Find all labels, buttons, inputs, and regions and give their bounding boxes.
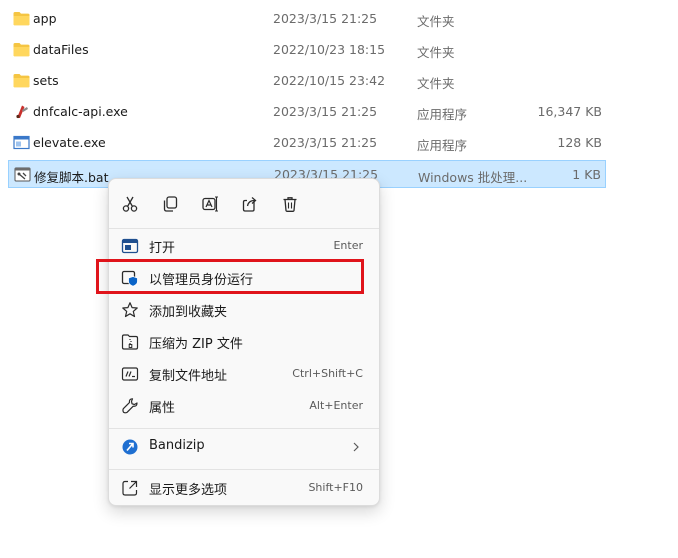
file-type: Windows 批处理... — [418, 170, 528, 185]
rename-icon — [202, 196, 218, 212]
file-date: 2023/3/15 21:25 — [273, 11, 378, 26]
folder-icon — [13, 74, 30, 88]
file-type: 应用程序 — [417, 107, 468, 122]
file-name: dataFiles — [33, 42, 89, 57]
folder-icon — [13, 12, 30, 26]
file-type: 应用程序 — [417, 138, 468, 153]
wrench-icon — [122, 398, 138, 414]
zip-icon — [121, 334, 139, 350]
file-name: app — [33, 11, 57, 26]
menu-separator — [109, 469, 379, 470]
rename-button[interactable] — [196, 191, 224, 217]
delete-icon — [283, 197, 297, 212]
menu-item-shortcut: Shift+F10 — [308, 481, 363, 494]
copy-button[interactable] — [156, 191, 184, 217]
menu-item-copy-path[interactable]: 复制文件地址 Ctrl+Shift+C — [113, 359, 375, 389]
app-exe-icon — [16, 105, 28, 119]
menu-item-label: 打开 — [149, 241, 176, 256]
menu-item-label: Bandizip — [149, 438, 205, 453]
file-explorer-view: app 2023/3/15 21:25 文件夹 dataFiles 2022/1… — [0, 0, 678, 558]
path-icon — [121, 367, 139, 381]
context-menu: 打开 Enter 以管理员身份运行 添加到收藏夹 压缩为 ZIP 文件 复制文件… — [108, 178, 380, 506]
chevron-right-icon — [353, 442, 359, 452]
file-size: 128 KB — [557, 135, 602, 150]
menu-item-compress-zip[interactable]: 压缩为 ZIP 文件 — [113, 327, 375, 357]
menu-item-label: 显示更多选项 — [149, 483, 228, 498]
file-type: 文件夹 — [417, 14, 455, 29]
file-row-elevate[interactable]: elevate.exe 2023/3/15 21:25 应用程序 128 KB — [8, 129, 606, 157]
file-date: 2023/3/15 21:25 — [273, 135, 378, 150]
menu-item-shortcut: Alt+Enter — [309, 399, 363, 412]
menu-item-label: 复制文件地址 — [149, 369, 228, 384]
menu-item-add-favorites[interactable]: 添加到收藏夹 — [113, 295, 375, 325]
share-icon — [242, 197, 257, 212]
batch-file-icon — [14, 167, 31, 182]
menu-item-label: 压缩为 ZIP 文件 — [149, 337, 243, 352]
file-name: elevate.exe — [33, 135, 106, 150]
cut-icon — [122, 196, 138, 212]
file-row-sets[interactable]: sets 2022/10/15 23:42 文件夹 — [8, 67, 606, 95]
file-name: 修复脚本.bat — [34, 170, 109, 185]
share-button[interactable] — [236, 191, 264, 217]
menu-item-bandizip[interactable]: Bandizip — [113, 432, 375, 462]
menu-item-shortcut: Enter — [333, 239, 363, 252]
menu-item-more-options[interactable]: 显示更多选项 Shift+F10 — [113, 473, 375, 503]
file-row-datafiles[interactable]: dataFiles 2022/10/23 18:15 文件夹 — [8, 36, 606, 64]
menu-item-shortcut: Ctrl+Shift+C — [292, 367, 363, 380]
open-icon — [121, 238, 139, 254]
highlight-annotation-box — [96, 259, 364, 294]
delete-button[interactable] — [276, 191, 304, 217]
star-icon — [122, 302, 138, 318]
bandizip-icon — [122, 439, 138, 455]
file-date: 2023/3/15 21:25 — [273, 104, 378, 119]
menu-item-label: 属性 — [149, 401, 176, 416]
file-name: sets — [33, 73, 59, 88]
copy-icon — [163, 196, 178, 212]
file-date: 2022/10/23 18:15 — [273, 42, 386, 57]
file-row-dnfcalc-api[interactable]: dnfcalc-api.exe 2023/3/15 21:25 应用程序 16,… — [8, 98, 606, 126]
more-options-icon — [122, 480, 138, 496]
menu-item-properties[interactable]: 属性 Alt+Enter — [113, 391, 375, 421]
file-row-app[interactable]: app 2023/3/15 21:25 文件夹 — [8, 5, 606, 33]
file-type: 文件夹 — [417, 45, 455, 60]
window-exe-icon — [13, 135, 30, 150]
file-name: dnfcalc-api.exe — [33, 104, 128, 119]
menu-separator — [109, 428, 379, 429]
menu-item-open[interactable]: 打开 Enter — [113, 231, 375, 261]
file-size: 1 KB — [572, 167, 601, 182]
file-type: 文件夹 — [417, 76, 455, 91]
menu-item-label: 添加到收藏夹 — [149, 305, 228, 320]
file-size: 16,347 KB — [537, 104, 602, 119]
folder-icon — [13, 43, 30, 57]
cut-button[interactable] — [116, 191, 144, 217]
file-date: 2022/10/15 23:42 — [273, 73, 386, 88]
menu-separator — [109, 228, 379, 229]
